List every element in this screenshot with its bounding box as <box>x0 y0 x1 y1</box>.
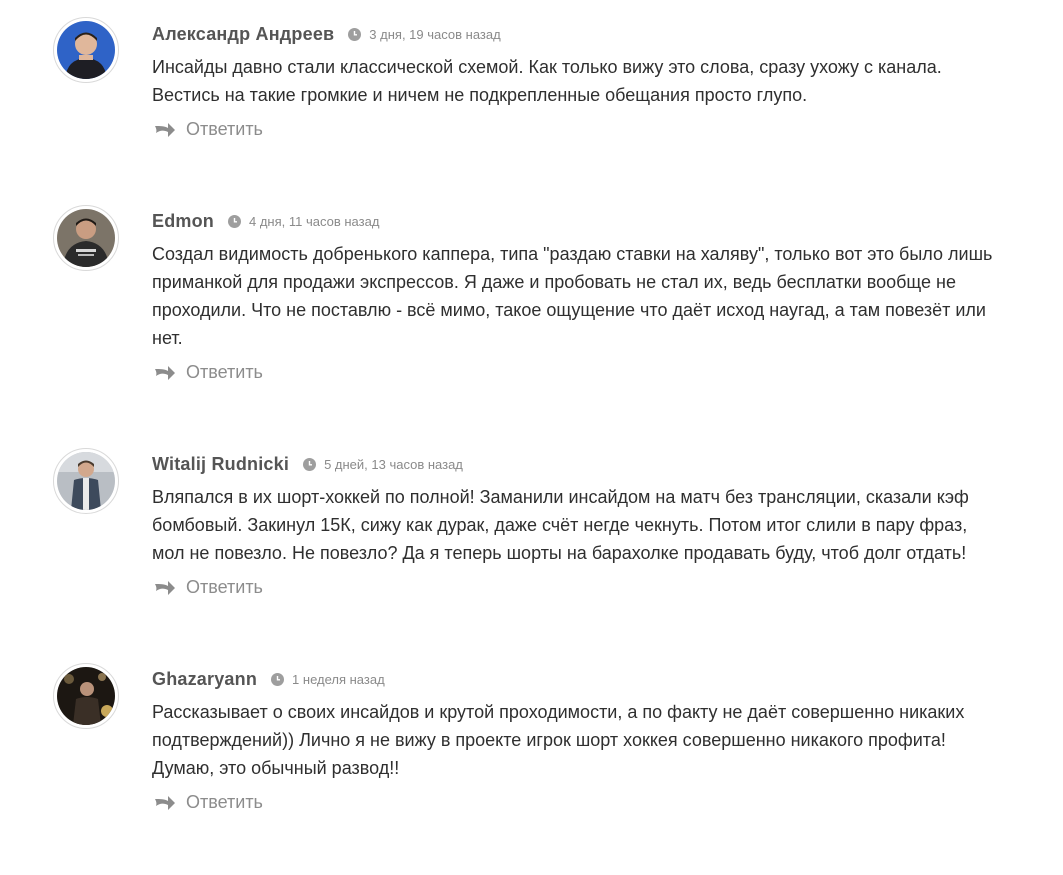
clock-icon <box>228 214 241 228</box>
comment-text: Инсайды давно стали классической схемой.… <box>152 57 942 105</box>
avatar[interactable] <box>53 663 119 729</box>
comment-author[interactable]: Александр Андреев <box>152 24 334 45</box>
comment-author[interactable]: Ghazaryann <box>152 669 257 690</box>
avatar-photo <box>57 452 115 510</box>
avatar[interactable] <box>53 17 119 83</box>
reply-button[interactable]: Ответить <box>154 792 263 813</box>
comment-text: Рассказывает о своих инсайдов и крутой п… <box>152 702 965 778</box>
reply-button[interactable]: Ответить <box>154 362 263 383</box>
comment-text: Вляпался в их шорт-хоккей по полной! Зам… <box>152 487 969 563</box>
reply-arrow-icon <box>155 122 175 137</box>
reply-label: Ответить <box>186 119 263 139</box>
comment-date[interactable]: 1 неделя назад <box>292 672 385 687</box>
comment-author[interactable]: Edmon <box>152 211 214 232</box>
reply-arrow-icon <box>155 795 175 810</box>
comment-author[interactable]: Witalij Rudnicki <box>152 454 289 475</box>
reply-arrow-icon <box>155 365 175 380</box>
reply-arrow-icon <box>155 580 175 595</box>
avatar[interactable] <box>53 205 119 271</box>
comment-meta: Witalij Rudnicki 5 дней, 13 часов назад <box>152 452 463 476</box>
reply-label: Ответить <box>186 792 263 812</box>
reply-label: Ответить <box>186 577 263 597</box>
comment-meta: Ghazaryann 1 неделя назад <box>152 667 385 691</box>
avatar-photo <box>57 209 115 267</box>
comment-date[interactable]: 3 дня, 19 часов назад <box>369 27 500 42</box>
reply-button[interactable]: Ответить <box>154 119 263 140</box>
clock-icon <box>271 672 285 686</box>
avatar[interactable] <box>53 448 119 514</box>
comment-date[interactable]: 5 дней, 13 часов назад <box>324 457 463 472</box>
clock-icon <box>348 27 362 41</box>
avatar-photo <box>57 667 115 725</box>
avatar-photo <box>57 21 115 79</box>
comment-date[interactable]: 4 дня, 11 часов назад <box>249 214 379 229</box>
comment-meta: Edmon 4 дня, 11 часов назад <box>152 209 379 233</box>
clock-icon <box>303 457 317 471</box>
reply-button[interactable]: Ответить <box>154 577 263 598</box>
comment-text: Создал видимость добренького каппера, ти… <box>152 244 993 348</box>
reply-label: Ответить <box>186 362 263 382</box>
comment-meta: Александр Андреев 3 дня, 19 часов назад <box>152 22 501 46</box>
